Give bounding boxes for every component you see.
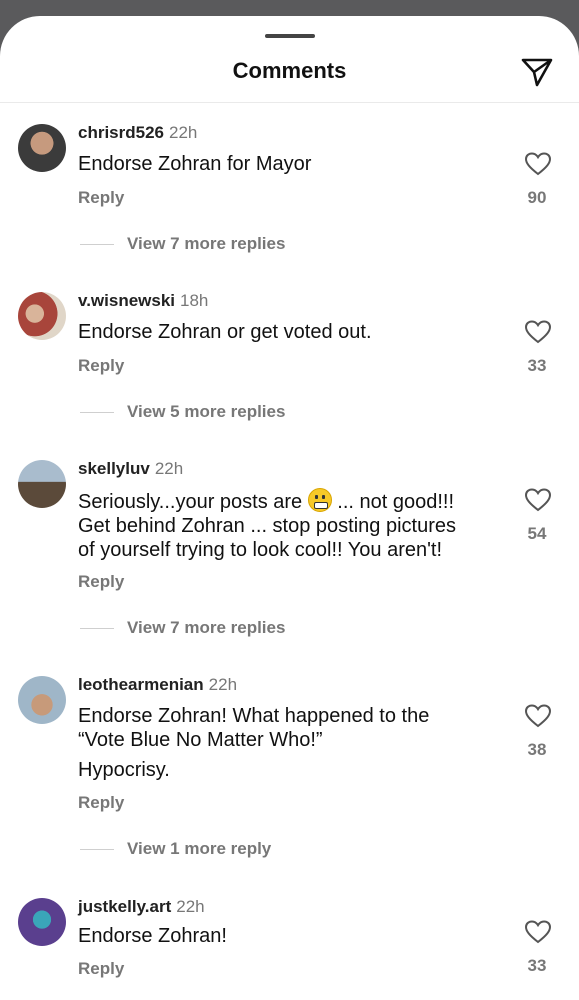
username-link[interactable]: skellyluv: [78, 459, 150, 478]
comment-meta: justkelly.art 22h: [78, 896, 205, 918]
comment-line: Seriously...your posts are ... not good!…: [78, 488, 508, 514]
comment-line: of yourself trying to look cool!! You ar…: [78, 539, 443, 561]
comment-line: Endorse Zohran!: [78, 925, 227, 947]
replies-divider-line: [80, 412, 114, 414]
replies-divider-line: [80, 244, 114, 246]
comment-text: Endorse Zohran for Mayor: [78, 152, 508, 176]
like-count: 33: [527, 956, 547, 975]
comment-meta: skellyluv 22h: [78, 458, 183, 480]
heart-outline-icon[interactable]: [525, 152, 551, 176]
comments-list: chrisrd526 22h Endorse Zohran for Mayor R…: [0, 16, 579, 1000]
reply-button[interactable]: Reply: [78, 959, 124, 979]
reply-button[interactable]: Reply: [78, 356, 124, 376]
heart-outline-icon[interactable]: [525, 488, 551, 512]
username-link[interactable]: v.wisnewski: [78, 291, 175, 310]
comment-meta: v.wisnewski 18h: [78, 290, 208, 312]
avatar[interactable]: [18, 292, 66, 340]
like-count: 54: [527, 524, 547, 543]
like-count: 33: [527, 356, 547, 375]
heart-outline-icon[interactable]: [525, 920, 551, 944]
comment-line: “Vote Blue No Matter Who!”: [78, 729, 323, 751]
comment-line: Endorse Zohran or get voted out.: [78, 321, 372, 343]
comment-time: 22h: [176, 897, 205, 916]
comment-time: 18h: [180, 291, 209, 310]
comment-meta: leothearmenian 22h: [78, 674, 237, 696]
avatar[interactable]: [18, 124, 66, 172]
username-link[interactable]: justkelly.art: [78, 897, 171, 916]
view-replies-button[interactable]: View 1 more reply: [80, 839, 271, 859]
reply-button[interactable]: Reply: [78, 572, 124, 592]
avatar[interactable]: [18, 898, 66, 946]
comment-line-part: Seriously...your posts are: [78, 491, 303, 513]
reply-button[interactable]: Reply: [78, 793, 124, 813]
comment-meta: chrisrd526 22h: [78, 122, 197, 144]
comment-line: Endorse Zohran! What happened to the: [78, 705, 430, 727]
comment-line: Hypocrisy.: [78, 759, 170, 781]
comment-text: Endorse Zohran!: [78, 924, 508, 948]
view-replies-label: View 7 more replies: [127, 234, 286, 253]
username-link[interactable]: chrisrd526: [78, 123, 164, 142]
like-count: 90: [527, 188, 547, 207]
avatar[interactable]: [18, 676, 66, 724]
comment-line-part: ... not good!!!: [337, 491, 455, 513]
heart-outline-icon[interactable]: [525, 320, 551, 344]
view-replies-button[interactable]: View 7 more replies: [80, 234, 285, 254]
comment-line: Endorse Zohran for Mayor: [78, 153, 312, 175]
grimacing-face-emoji: [307, 488, 332, 512]
heart-outline-icon[interactable]: [525, 704, 551, 728]
view-replies-label: View 5 more replies: [127, 402, 286, 421]
comment-time: 22h: [154, 459, 184, 478]
username-link[interactable]: leothearmenian: [78, 675, 204, 694]
like-count: 38: [527, 740, 547, 759]
reply-button[interactable]: Reply: [78, 188, 124, 208]
comment-text: Endorse Zohran! What happened to the “Vo…: [78, 704, 508, 782]
comment-time: 22h: [208, 675, 238, 694]
avatar[interactable]: [18, 460, 66, 508]
comments-sheet: Comments chrisrd526 22h Endorse Zohran fo…: [0, 16, 579, 1000]
view-replies-label: View 1 more reply: [127, 839, 272, 858]
view-replies-button[interactable]: View 5 more replies: [80, 402, 285, 422]
view-replies-label: View 7 more replies: [127, 618, 286, 637]
replies-divider-line: [80, 628, 114, 630]
view-replies-button[interactable]: View 7 more replies: [80, 618, 285, 638]
comment-line: Get behind Zohran ... stop posting pictu…: [78, 515, 456, 537]
comment-text: Seriously...your posts are ... not good!…: [78, 488, 508, 562]
replies-divider-line: [80, 849, 114, 851]
comment-text: Endorse Zohran or get voted out.: [78, 320, 508, 344]
comment-time: 22h: [169, 123, 198, 142]
